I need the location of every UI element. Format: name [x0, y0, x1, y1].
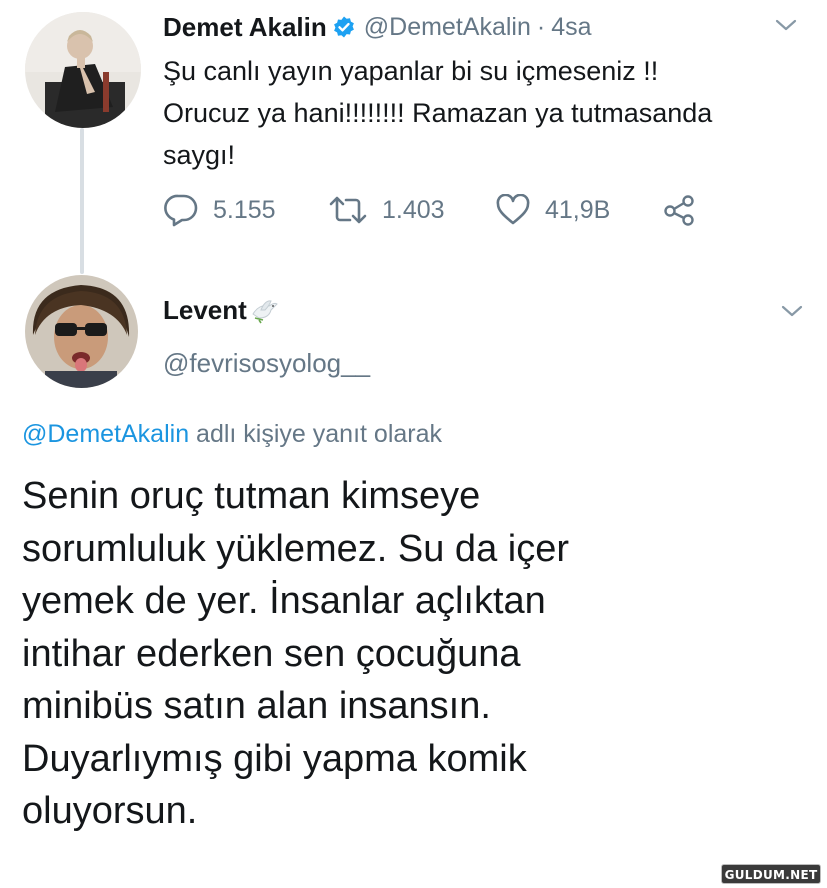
avatar-demet-akalin[interactable]	[25, 12, 141, 128]
tweet2-text-line: intihar ederken sen çocuğuna	[22, 632, 521, 675]
share-icon	[664, 195, 694, 226]
tweet2-text-line: oluyorsun.	[22, 790, 198, 832]
tweet1-text: Şu canlı yayın yapanlar bi su içmeseniz …	[163, 50, 803, 176]
tweet1-timestamp[interactable]: 4sa	[551, 13, 591, 42]
reply-to-mention-link[interactable]: @DemetAkalin	[22, 420, 189, 448]
tweet2-text-line: Duyarlıymış gibi yapma komik	[22, 737, 527, 780]
reply-button[interactable]: 5.155	[163, 190, 276, 230]
tweet1-text-line: Şu canlı yayın yapanlar bi su içmeseniz …	[163, 56, 659, 86]
tweet1-author-handle[interactable]: @DemetAkalin	[364, 13, 531, 42]
tweet2-author-handle[interactable]: @fevrisosyolog__	[163, 348, 370, 379]
chevron-down-icon[interactable]	[779, 298, 805, 329]
tweet2-text-line: sorumluluk yüklemez. Su da içer	[22, 527, 569, 570]
verified-badge-icon	[332, 15, 356, 39]
tweet2-header: Levent	[163, 295, 279, 326]
tweet2-text-line: yemek de yer. İnsanlar açlıktan	[22, 580, 546, 622]
like-button[interactable]: 41,9B	[495, 190, 610, 230]
tweet2-text: Senin oruç tutman kimseye sorumluluk yük…	[22, 470, 812, 838]
retweet-button[interactable]: 1.403	[328, 190, 445, 230]
chevron-down-icon[interactable]	[773, 12, 799, 43]
reply-context: @DemetAkalin adlı kişiye yanıt olarak	[22, 420, 442, 449]
tweet1-header: Demet Akalin @DemetAkalin · 4sa	[163, 12, 592, 42]
tweet2-author-name[interactable]: Levent	[163, 295, 247, 326]
like-icon	[496, 194, 530, 225]
site-watermark: GULDUM.NET	[721, 864, 821, 884]
avatar-levent[interactable]	[25, 275, 138, 388]
tweet2-text-line: minibüs satın alan insansın.	[22, 685, 491, 727]
dove-emoji-icon	[249, 298, 279, 324]
tweet1-text-line: saygı!	[163, 140, 236, 170]
tweet1-separator: ·	[536, 12, 546, 41]
like-count: 41,9B	[545, 195, 611, 224]
reply-icon	[164, 194, 198, 227]
tweet1-text-line: Orucuz ya hani!!!!!!!! Ramazan ya tutmas…	[163, 98, 713, 128]
tweet1-action-bar: 5.155 1.403 41,9B	[163, 190, 723, 230]
retweet-icon	[329, 196, 367, 224]
reply-to-text: adlı kişiye yanıt olarak	[189, 420, 443, 448]
share-button[interactable]	[663, 190, 697, 230]
retweet-count: 1.403	[382, 195, 445, 224]
tweet1-author-name[interactable]: Demet Akalin	[163, 12, 327, 43]
thread-connector-line	[80, 128, 84, 274]
tweet2-text-line: Senin oruç tutman kimseye	[22, 475, 481, 517]
reply-count: 5.155	[213, 195, 276, 224]
